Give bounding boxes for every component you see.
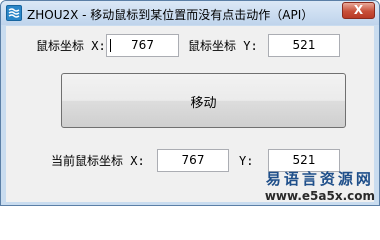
current-y-label: Y: [239, 154, 254, 168]
close-icon: X [353, 3, 364, 17]
watermark-name: 易语言资源网 [265, 170, 374, 188]
current-x-label: 当前鼠标坐标 X: [51, 154, 145, 168]
move-button[interactable]: 移动 [61, 73, 346, 128]
watermark-url: www.e5a5x.com [264, 189, 375, 203]
current-x-field[interactable]: 767 [157, 149, 229, 172]
app-window: ZHOU2X - 移动鼠标到某位置而没有点击动作（API） X 鼠标坐标 X: … [0, 0, 380, 206]
window-title: ZHOU2X - 移动鼠标到某位置而没有点击动作（API） [27, 8, 314, 22]
move-button-label: 移动 [190, 96, 217, 111]
text-cursor [110, 39, 111, 52]
target-y-input[interactable]: 521 [268, 34, 340, 57]
app-icon [6, 5, 22, 21]
target-y-label: 鼠标坐标 Y: [188, 39, 258, 53]
target-x-input[interactable]: 767 [106, 34, 179, 57]
watermark: 易语言资源网 www.e5a5x.com [265, 168, 375, 203]
title-bar[interactable]: ZHOU2X - 移动鼠标到某位置而没有点击动作（API） X [1, 1, 379, 25]
close-button[interactable]: X [342, 2, 375, 19]
target-x-label: 鼠标坐标 X: [36, 39, 106, 53]
